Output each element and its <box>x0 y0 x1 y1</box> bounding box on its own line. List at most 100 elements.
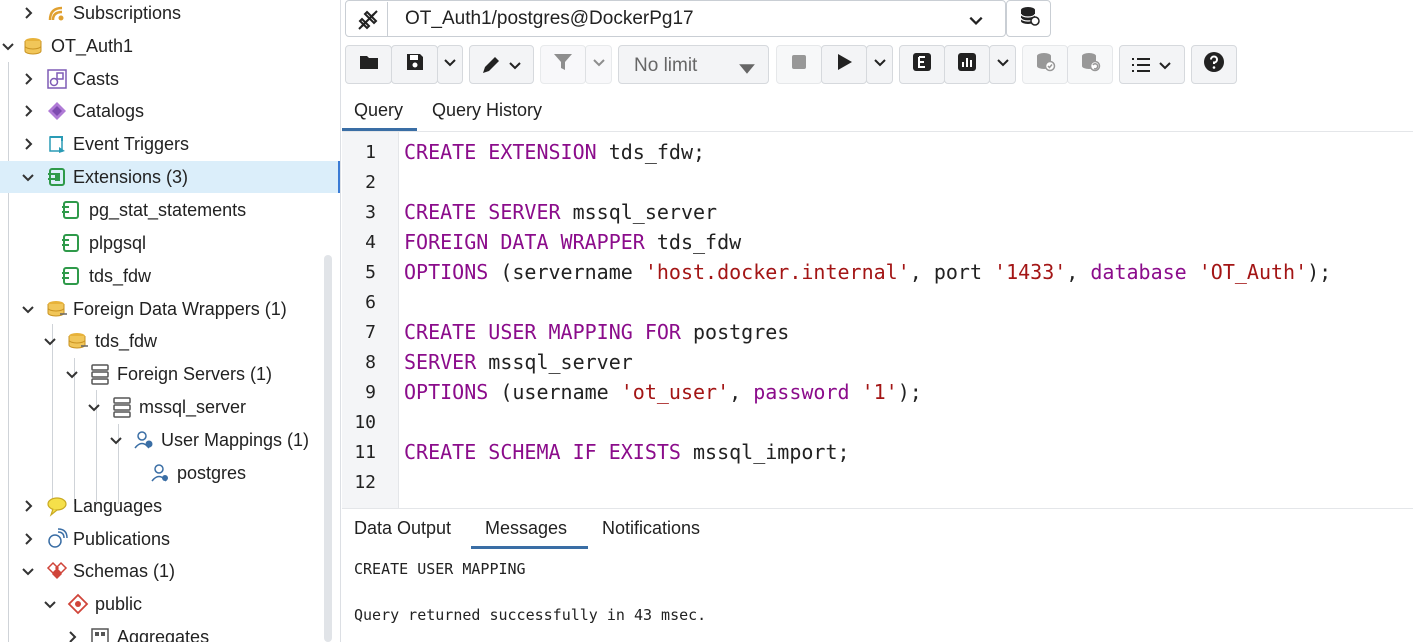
sql-text: ); <box>1307 260 1332 284</box>
tree-item-label: Publications <box>73 528 171 549</box>
tree-item-database[interactable]: OT_Auth1 <box>0 30 340 62</box>
sql-keyword: password <box>753 380 850 404</box>
tree-item-publications[interactable]: Publications <box>0 523 340 555</box>
explain-button[interactable] <box>899 45 945 84</box>
tree-item-label: public <box>95 593 143 614</box>
foreign-server-icon <box>111 396 133 418</box>
code-line: CREATE SERVER mssql_server <box>404 200 717 224</box>
line-number: 10 <box>354 412 376 433</box>
tree-item-subscriptions[interactable]: Subscriptions <box>0 0 340 29</box>
line-number: 4 <box>365 232 376 253</box>
chevron-down-icon[interactable] <box>42 596 58 612</box>
save-file-button[interactable] <box>391 45 438 84</box>
tree-item-label: OT_Auth1 <box>51 35 134 56</box>
tree-item-extension[interactable]: plpgsql <box>0 227 340 259</box>
tree-item-extension[interactable]: tds_fdw <box>0 260 340 292</box>
chevron-right-icon[interactable] <box>20 103 36 119</box>
tree-item-label: Casts <box>73 68 120 89</box>
code-line: OPTIONS (username 'ot_user', password '1… <box>404 380 922 404</box>
tree-item-user-mapping[interactable]: postgres <box>0 457 340 489</box>
chevron-right-icon[interactable] <box>20 498 36 514</box>
tree-item-languages[interactable]: Languages <box>0 490 340 522</box>
help-icon <box>1203 51 1225 78</box>
tree-item-foreign-servers[interactable]: Foreign Servers (1) <box>0 358 340 390</box>
chevron-down-icon[interactable] <box>20 563 36 579</box>
sql-text: ); <box>897 380 922 404</box>
user-mapping-icon <box>149 462 171 484</box>
tree-item-extension[interactable]: pg_stat_statements <box>0 194 340 226</box>
chevron-down-icon[interactable] <box>108 432 124 448</box>
filter-icon <box>552 51 574 78</box>
tab-data-output[interactable]: Data Output <box>354 518 451 539</box>
tree-item-event-triggers[interactable]: Event Triggers <box>0 128 340 160</box>
chevron-right-icon[interactable] <box>20 71 36 87</box>
sql-text: mssql_import; <box>680 440 850 464</box>
chevron-right-icon[interactable] <box>20 136 36 152</box>
edit-button[interactable] <box>469 45 534 84</box>
commit-button[interactable] <box>1022 45 1068 84</box>
rollback-button[interactable] <box>1067 45 1113 84</box>
sql-keyword: CREATE EXTENSION <box>404 140 597 164</box>
tree-item-schemas[interactable]: Schemas (1) <box>0 555 340 587</box>
tab-query-history[interactable]: Query History <box>432 100 542 121</box>
open-file-button[interactable] <box>345 45 392 84</box>
save-options-dropdown[interactable] <box>437 45 463 84</box>
tab-query[interactable]: Query <box>354 100 403 121</box>
chevron-down-icon[interactable] <box>0 38 16 54</box>
tree-item-casts[interactable]: Casts <box>0 63 340 95</box>
catalogs-icon <box>46 100 68 122</box>
chevron-down-icon <box>1158 58 1172 77</box>
tree-item-foreign-data-wrappers[interactable]: Foreign Data Wrappers (1) <box>0 293 340 325</box>
chevron-down-icon[interactable] <box>64 366 80 382</box>
sql-keyword: database <box>1090 260 1187 284</box>
chevron-right-icon[interactable] <box>20 531 36 547</box>
play-icon <box>833 51 855 78</box>
tree-item-label: Extensions (3) <box>73 166 189 187</box>
tree-item-label: Schemas (1) <box>73 560 176 581</box>
stop-button[interactable] <box>776 45 822 84</box>
line-number: 5 <box>365 262 376 283</box>
sql-string: 'OT_Auth' <box>1198 260 1308 284</box>
chevron-down-icon[interactable] <box>20 169 36 185</box>
sql-editor[interactable]: 1 2 3 4 5 6 7 8 9 10 11 12 CREATE EXTENSION tds_fdw… <box>342 131 1413 509</box>
row-limit-select[interactable]: No limit <box>618 45 769 84</box>
tree-scrollbar[interactable] <box>324 255 332 642</box>
tree-item-extensions[interactable]: Extensions (3) <box>0 161 340 193</box>
chevron-down-icon[interactable] <box>42 333 58 349</box>
chevron-down-icon[interactable] <box>86 399 102 415</box>
help-button[interactable] <box>1191 45 1237 84</box>
tab-messages[interactable]: Messages <box>485 518 567 539</box>
tree-item-label: Event Triggers <box>73 133 190 154</box>
publications-icon <box>46 528 68 550</box>
tree-item-catalogs[interactable]: Catalogs <box>0 95 340 127</box>
line-number: 3 <box>365 202 376 223</box>
tree-item-foreign-server[interactable]: mssql_server <box>0 391 340 423</box>
tree-item-label: Foreign Servers (1) <box>117 363 273 384</box>
connection-selector[interactable]: OT_Auth1/postgres@DockerPg17 <box>345 0 1006 37</box>
tree-item-aggregates[interactable]: Aggregates <box>0 621 340 642</box>
chevron-right-icon[interactable] <box>20 5 36 21</box>
execute-button[interactable] <box>821 45 867 84</box>
new-connection-button[interactable] <box>1006 0 1051 37</box>
line-number: 7 <box>365 322 376 343</box>
tree-item-label: mssql_server <box>139 396 247 417</box>
tree-item-user-mappings[interactable]: User Mappings (1) <box>0 424 340 456</box>
chevron-right-icon[interactable] <box>64 629 80 642</box>
tree-item-label: tds_fdw <box>95 330 158 351</box>
explain-options-dropdown[interactable] <box>989 45 1016 84</box>
sql-keyword: CREATE USER MAPPING FOR <box>404 320 681 344</box>
tab-notifications[interactable]: Notifications <box>602 518 700 539</box>
message-status: Query returned successfully in 43 msec. <box>354 606 707 624</box>
database-check-icon <box>1034 51 1056 78</box>
filter-options-dropdown[interactable] <box>585 45 612 84</box>
execute-options-dropdown[interactable] <box>866 45 893 84</box>
macros-button[interactable] <box>1119 45 1185 84</box>
explain-analyze-button[interactable] <box>944 45 990 84</box>
chevron-down-icon <box>508 58 522 77</box>
chevron-down-icon[interactable] <box>20 301 36 317</box>
tree-item-schema[interactable]: public <box>0 588 340 620</box>
extension-icon <box>60 232 82 254</box>
tree-item-fdw[interactable]: tds_fdw <box>0 325 340 357</box>
filter-button[interactable] <box>540 45 586 84</box>
